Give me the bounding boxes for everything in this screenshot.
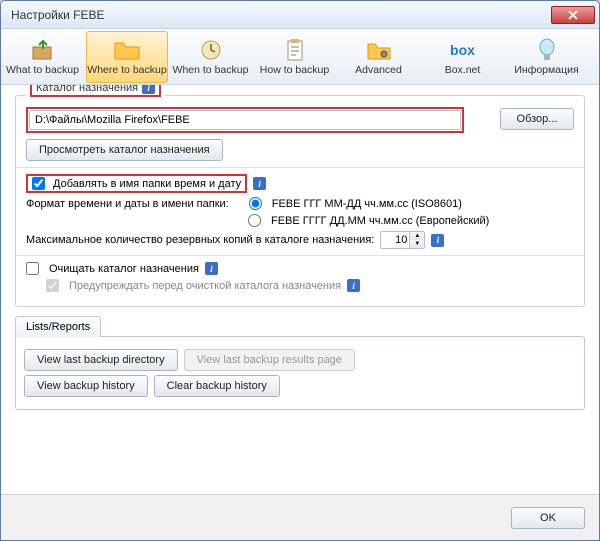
view-last-backup-dir-button[interactable]: View last backup directory	[24, 349, 178, 371]
titlebar: Настройки FEBE	[1, 1, 599, 29]
max-copies-spinner[interactable]: ▲ ▼	[380, 231, 425, 249]
content-pane: Каталог назначения i Обзор... Просмотрет…	[1, 85, 599, 494]
clear-destination-checkbox[interactable]	[26, 262, 39, 275]
folder-gear-icon	[365, 38, 393, 62]
format-radio-iso-label: FEBE ГГГ ММ-ДД чч.мм.сс (ISO8601)	[272, 198, 462, 210]
tab-label: How to backup	[260, 64, 329, 76]
view-destination-button[interactable]: Просмотреть каталог назначения	[26, 139, 223, 161]
destination-label: Каталог назначения	[36, 85, 138, 94]
tab-label: Информация	[514, 64, 578, 76]
clear-backup-history-button[interactable]: Clear backup history	[154, 375, 280, 397]
tab-label: When to backup	[173, 64, 249, 76]
info-icon[interactable]: i	[253, 177, 266, 190]
reports-panel: View last backup directory View last bac…	[15, 336, 585, 410]
warn-before-clear-label: Предупреждать перед очисткой каталога на…	[69, 280, 341, 292]
highlight-path-field	[26, 107, 464, 133]
clipboard-icon	[281, 38, 309, 62]
view-last-results-button: View last backup results page	[184, 349, 355, 371]
lightbulb-icon	[533, 38, 561, 62]
tab-info[interactable]: Информация	[505, 29, 589, 84]
tab-label: Box.net	[445, 64, 481, 76]
tab-boxnet[interactable]: box Box.net	[421, 29, 505, 84]
tab-when-to-backup[interactable]: When to backup	[169, 29, 253, 84]
close-icon	[568, 10, 578, 20]
info-icon[interactable]: i	[205, 262, 218, 275]
info-icon[interactable]: i	[347, 279, 360, 292]
separator	[16, 167, 584, 168]
timestamp-checkbox-label: Добавлять в имя папки время и дату	[53, 178, 241, 190]
close-button[interactable]	[551, 6, 595, 24]
max-copies-input[interactable]	[381, 232, 409, 248]
highlight-destination-label: Каталог назначения i	[30, 85, 161, 97]
tab-lists-reports[interactable]: Lists/Reports	[15, 316, 101, 337]
toolbar: What to backup Where to backup When to b…	[1, 29, 599, 85]
tab-label: What to backup	[6, 64, 79, 76]
tab-what-to-backup[interactable]: What to backup	[1, 29, 85, 84]
clock-icon	[197, 38, 225, 62]
reports-tabs: Lists/Reports View last backup directory…	[15, 315, 585, 410]
ok-button[interactable]: OK	[511, 507, 585, 529]
separator	[16, 255, 584, 256]
dialog-window: Настройки FEBE What to backup Where to b…	[0, 0, 600, 541]
tab-how-to-backup[interactable]: How to backup	[253, 29, 337, 84]
format-radio-euro-label: FEBE ГГГГ ДД.ММ чч.мм.сс (Европейский)	[271, 215, 489, 227]
info-icon[interactable]: i	[142, 85, 155, 94]
box-logo-icon: box	[449, 38, 477, 62]
browse-button[interactable]: Обзор...	[500, 108, 574, 130]
max-copies-label: Максимальное количество резервных копий …	[26, 234, 374, 246]
info-icon[interactable]: i	[431, 234, 444, 247]
destination-group: Каталог назначения i Обзор... Просмотрет…	[15, 95, 585, 307]
format-label: Формат времени и даты в имени папки:	[26, 198, 229, 210]
spinner-down-icon[interactable]: ▼	[410, 240, 424, 248]
dialog-footer: OK	[1, 494, 599, 540]
window-title: Настройки FEBE	[11, 8, 551, 22]
destination-path-input[interactable]	[29, 110, 461, 130]
tab-advanced[interactable]: Advanced	[337, 29, 421, 84]
box-arrow-icon	[29, 38, 57, 62]
group-title: Каталог назначения i	[26, 85, 165, 97]
tab-label: Advanced	[355, 64, 402, 76]
folder-icon	[113, 38, 141, 62]
warn-before-clear-checkbox	[46, 279, 59, 292]
clear-destination-label: Очищать каталог назначения	[49, 263, 199, 275]
format-radio-iso[interactable]	[249, 197, 262, 210]
tab-label: Where to backup	[87, 64, 166, 76]
view-backup-history-button[interactable]: View backup history	[24, 375, 148, 397]
format-radio-euro[interactable]	[248, 214, 261, 227]
tab-where-to-backup[interactable]: Where to backup	[86, 31, 168, 83]
spinner-up-icon[interactable]: ▲	[410, 232, 424, 240]
timestamp-checkbox[interactable]	[32, 177, 45, 190]
highlight-timestamp-checkbox: Добавлять в имя папки время и дату	[26, 174, 247, 193]
